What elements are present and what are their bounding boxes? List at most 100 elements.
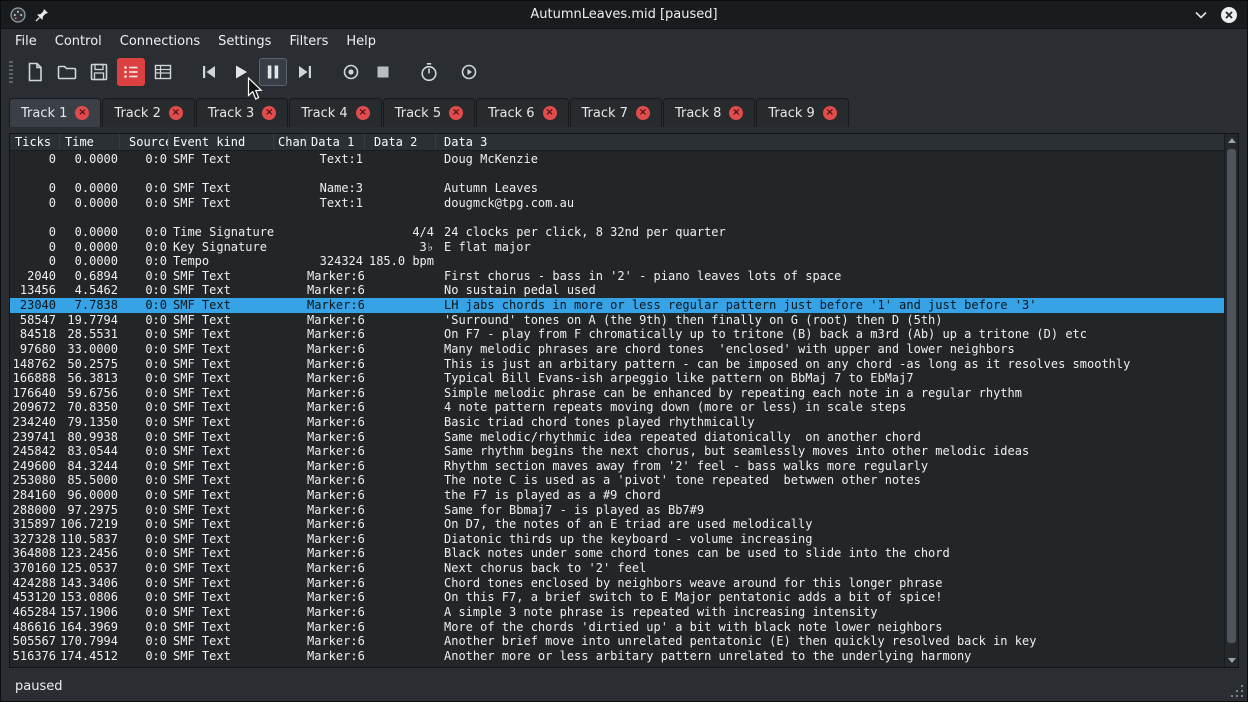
- scroll-up-arrow-icon[interactable]: [1228, 138, 1236, 143]
- pause-button[interactable]: [259, 58, 287, 86]
- tab-close-icon[interactable]: ×: [169, 106, 183, 120]
- table-row[interactable]: 505567170.79940:0SMF TextMarker:6Another…: [10, 634, 1224, 649]
- column-header-data-2[interactable]: Data 2: [365, 134, 436, 150]
- titlebar[interactable]: AutumnLeaves.mid [paused]: [1, 1, 1247, 29]
- cell-d1: Marker:6: [307, 473, 365, 488]
- table-row[interactable]: 28416096.00000:0SMF TextMarker:6the F7 i…: [10, 488, 1224, 503]
- track-view-button[interactable]: [149, 58, 177, 86]
- table-row[interactable]: 14876250.25750:0SMF TextMarker:6This is …: [10, 357, 1224, 372]
- table-row[interactable]: 20967270.83500:0SMF TextMarker:64 note p…: [10, 400, 1224, 415]
- app-icon[interactable]: [10, 7, 26, 23]
- play-button[interactable]: [227, 58, 255, 86]
- stop-button[interactable]: [369, 58, 397, 86]
- table-row[interactable]: 00.00000:0SMF TextText:1Doug McKenzie: [10, 152, 1224, 167]
- table-row[interactable]: 00.00000:0SMF TextName:3Autumn Leaves: [10, 181, 1224, 196]
- tab-track-6[interactable]: Track 6×: [476, 98, 568, 127]
- table-row[interactable]: 486616164.39690:0SMF TextMarker:6More of…: [10, 620, 1224, 635]
- tab-close-icon[interactable]: ×: [729, 106, 743, 120]
- table-row[interactable]: 230407.78380:0SMF TextMarker:6LH jabs ch…: [10, 298, 1224, 313]
- toolbar-drag-handle[interactable]: [9, 61, 13, 83]
- table-row[interactable]: 00.00000:0Tempo324324185.0 bpm: [10, 254, 1224, 269]
- table-row[interactable]: 00.00000:0Time Signature4/424 clocks per…: [10, 225, 1224, 240]
- table-row[interactable]: 23424079.13500:0SMF TextMarker:6Basic tr…: [10, 415, 1224, 430]
- table-row[interactable]: 370160125.05370:0SMF TextMarker:6Next ch…: [10, 561, 1224, 576]
- menu-filters[interactable]: Filters: [280, 31, 337, 52]
- column-header-ticks[interactable]: Ticks: [10, 134, 60, 150]
- pin-icon[interactable]: [35, 8, 49, 22]
- tab-close-icon[interactable]: ×: [75, 106, 89, 120]
- table-row[interactable]: 5854719.77940:0SMF TextMarker:6'Surround…: [10, 313, 1224, 328]
- new-file-button[interactable]: [21, 58, 49, 86]
- table-row[interactable]: 00.00000:0Key Signature3♭E flat major: [10, 240, 1224, 255]
- table-row[interactable]: 465284157.19060:0SMF TextMarker:6A simpl…: [10, 605, 1224, 620]
- tab-track-5[interactable]: Track 5×: [383, 98, 475, 127]
- menu-connections[interactable]: Connections: [111, 31, 209, 52]
- table-row[interactable]: 364808123.24560:0SMF TextMarker:6Black n…: [10, 546, 1224, 561]
- cell-d3: Diatonic thirds up the keyboard - volume…: [436, 532, 1224, 547]
- menubar: FileControlConnectionsSettingsFiltersHel…: [1, 29, 1247, 54]
- column-header-data-3[interactable]: Data 3: [436, 134, 1224, 150]
- table-row[interactable]: 134564.54620:0SMF TextMarker:6No sustain…: [10, 283, 1224, 298]
- resize-grip[interactable]: [1241, 695, 1243, 697]
- tab-close-icon[interactable]: ×: [449, 106, 463, 120]
- skip-forward-button[interactable]: [291, 58, 319, 86]
- event-list-view-button[interactable]: [117, 58, 145, 86]
- table-row[interactable]: 24960084.32440:0SMF TextMarker:6Rhythm s…: [10, 459, 1224, 474]
- table-row[interactable]: 8451828.55310:0SMF TextMarker:6On F7 - p…: [10, 327, 1224, 342]
- table-row[interactable]: 516376174.45120:0SMF TextMarker:6Another…: [10, 649, 1224, 664]
- chevron-down-icon[interactable]: [1194, 10, 1208, 20]
- tab-close-icon[interactable]: ×: [356, 106, 370, 120]
- tab-track-8[interactable]: Track 8×: [663, 98, 755, 127]
- cell-chan: [274, 386, 307, 401]
- vertical-scrollbar[interactable]: [1224, 134, 1238, 667]
- column-header-data-1[interactable]: Data 1: [307, 134, 365, 150]
- table-row[interactable]: 315897106.72190:0SMF TextMarker:6On D7, …: [10, 517, 1224, 532]
- tab-track-9[interactable]: Track 9×: [756, 98, 848, 127]
- tab-track-7[interactable]: Track 7×: [570, 98, 662, 127]
- cell-ticks: 13456: [10, 283, 60, 298]
- timer-button[interactable]: [415, 58, 443, 86]
- skip-backward-button[interactable]: [195, 58, 223, 86]
- scrollbar-thumb[interactable]: [1227, 149, 1236, 643]
- cell-time: 96.0000: [60, 488, 120, 503]
- table-row[interactable]: 17664059.67560:0SMF TextMarker:6Simple m…: [10, 386, 1224, 401]
- save-file-button[interactable]: [85, 58, 113, 86]
- table-row[interactable]: 25308085.50000:0SMF TextMarker:6The note…: [10, 473, 1224, 488]
- open-file-button[interactable]: [53, 58, 81, 86]
- table-row[interactable]: 20400.68940:0SMF TextMarker:6First choru…: [10, 269, 1224, 284]
- table-row[interactable]: 23974180.99380:0SMF TextMarker:6Same mel…: [10, 430, 1224, 445]
- table-row[interactable]: 327328110.58370:0SMF TextMarker:6Diatoni…: [10, 532, 1224, 547]
- table-row[interactable]: [10, 210, 1224, 225]
- tab-close-icon[interactable]: ×: [262, 106, 276, 120]
- tab-track-3[interactable]: Track 3×: [196, 98, 288, 127]
- cell-chan: [274, 532, 307, 547]
- column-header-source[interactable]: Source: [120, 134, 169, 150]
- tab-track-2[interactable]: Track 2×: [102, 98, 194, 127]
- table-row[interactable]: 24584283.05440:0SMF TextMarker:6Same rhy…: [10, 444, 1224, 459]
- table-row[interactable]: [10, 167, 1224, 182]
- column-header-event-kind[interactable]: Event kind: [169, 134, 274, 150]
- loop-button[interactable]: [455, 58, 483, 86]
- table-row[interactable]: 16688856.38130:0SMF TextMarker:6Typical …: [10, 371, 1224, 386]
- record-button[interactable]: [337, 58, 365, 86]
- table-row[interactable]: 28800097.29750:0SMF TextMarker:6Same for…: [10, 503, 1224, 518]
- tab-close-icon[interactable]: ×: [823, 106, 837, 120]
- close-icon[interactable]: [1220, 6, 1238, 24]
- cell-time: 110.5837: [60, 532, 120, 547]
- table-row[interactable]: 00.00000:0SMF TextText:1dougmck@tpg.com.…: [10, 196, 1224, 211]
- tab-track-4[interactable]: Track 4×: [289, 98, 381, 127]
- menu-settings[interactable]: Settings: [209, 31, 280, 52]
- tab-close-icon[interactable]: ×: [636, 106, 650, 120]
- menu-file[interactable]: File: [6, 31, 46, 52]
- column-header-chan[interactable]: Chan: [274, 134, 307, 150]
- table-row[interactable]: 424288143.34060:0SMF TextMarker:6Chord t…: [10, 576, 1224, 591]
- menu-help[interactable]: Help: [337, 31, 385, 52]
- table-row[interactable]: 453120153.08060:0SMF TextMarker:6On this…: [10, 590, 1224, 605]
- column-header-time[interactable]: Time: [60, 134, 120, 150]
- tab-close-icon[interactable]: ×: [543, 106, 557, 120]
- menu-control[interactable]: Control: [46, 31, 111, 52]
- table-row[interactable]: 9768033.00000:0SMF TextMarker:6Many melo…: [10, 342, 1224, 357]
- scroll-down-arrow-icon[interactable]: [1228, 658, 1236, 663]
- tab-track-1[interactable]: Track 1×: [9, 98, 101, 127]
- cell-d3: [436, 210, 1224, 225]
